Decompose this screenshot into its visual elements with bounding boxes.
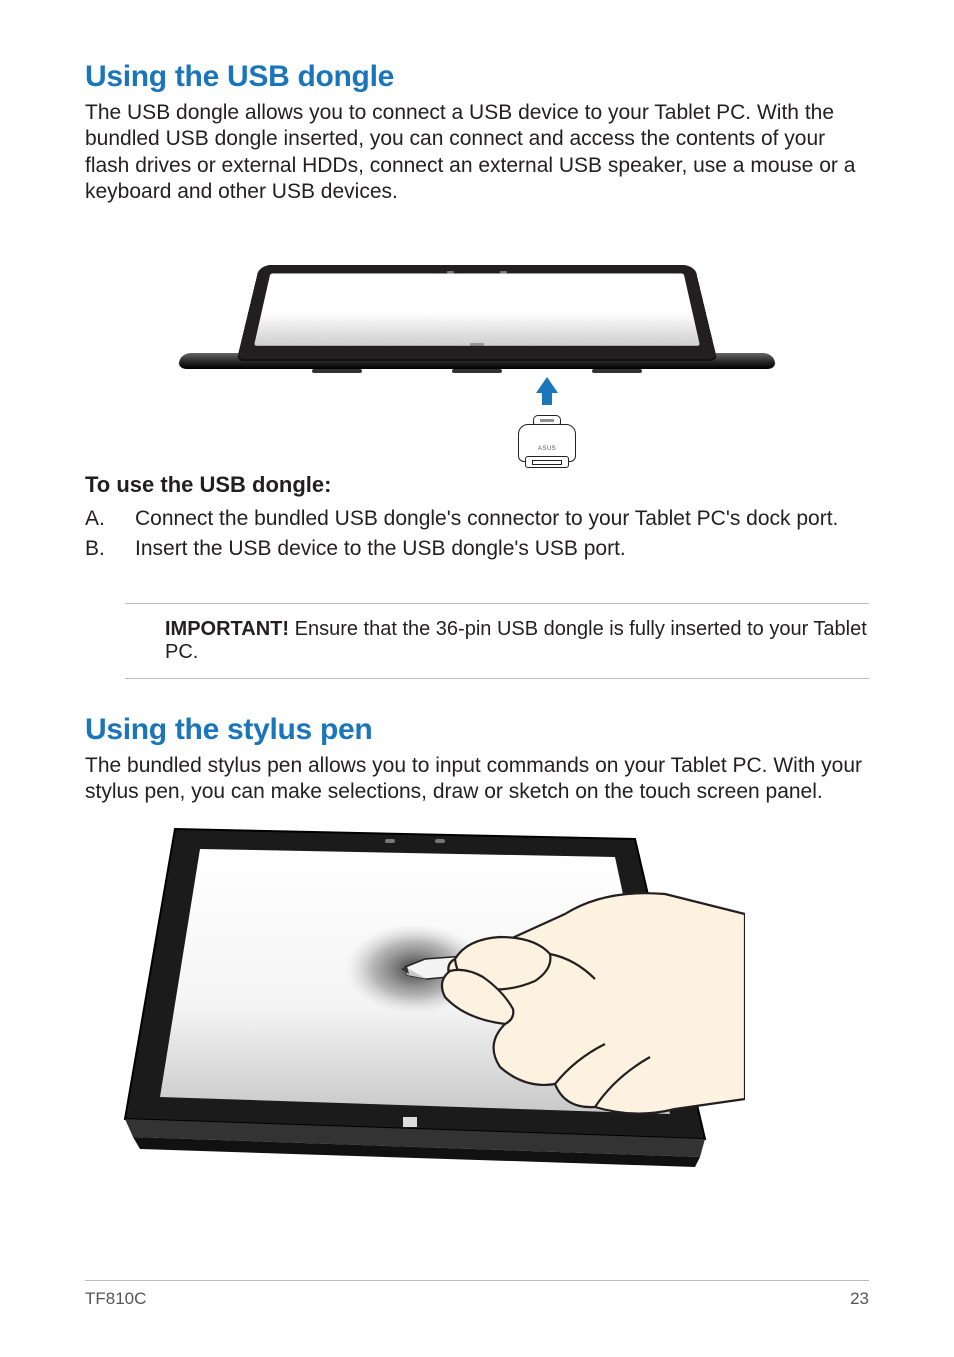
step-text: Insert the USB device to the USB dongle'… <box>135 534 626 564</box>
footer-page-number: 23 <box>850 1289 869 1309</box>
dongle-logo: ASUS <box>538 446 556 452</box>
figure-usb-dongle: ASUS <box>85 219 869 462</box>
usb-dongle-illustration: ASUS <box>518 415 576 462</box>
step-a: A. Connect the bundled USB dongle's conn… <box>85 504 869 534</box>
important-label: IMPORTANT! <box>165 618 295 640</box>
important-note: IMPORTANT! Ensure that the 36-pin USB do… <box>125 603 869 679</box>
arrow-up-icon <box>536 377 558 393</box>
usb-dongle-steps: A. Connect the bundled USB dongle's conn… <box>85 504 869 565</box>
step-b: B. Insert the USB device to the USB dong… <box>85 534 869 564</box>
tablet-screen <box>254 273 700 345</box>
step-label: A. <box>85 504 135 534</box>
footer-model: TF810C <box>85 1289 146 1309</box>
page-footer: TF810C 23 <box>85 1280 869 1309</box>
stylus-intro: The bundled stylus pen allows you to inp… <box>85 753 869 806</box>
windows-button-icon <box>470 343 484 346</box>
section-heading-usb-dongle: Using the USB dongle <box>85 60 869 94</box>
tablet-body <box>237 265 717 359</box>
section-heading-stylus: Using the stylus pen <box>85 713 869 747</box>
usb-dongle-intro: The USB dongle allows you to connect a U… <box>85 100 869 205</box>
usb-dongle-steps-heading: To use the USB dongle: <box>85 472 869 498</box>
step-label: B. <box>85 534 135 564</box>
step-text: Connect the bundled USB dongle's connect… <box>135 504 838 534</box>
figure-stylus <box>85 819 869 1159</box>
